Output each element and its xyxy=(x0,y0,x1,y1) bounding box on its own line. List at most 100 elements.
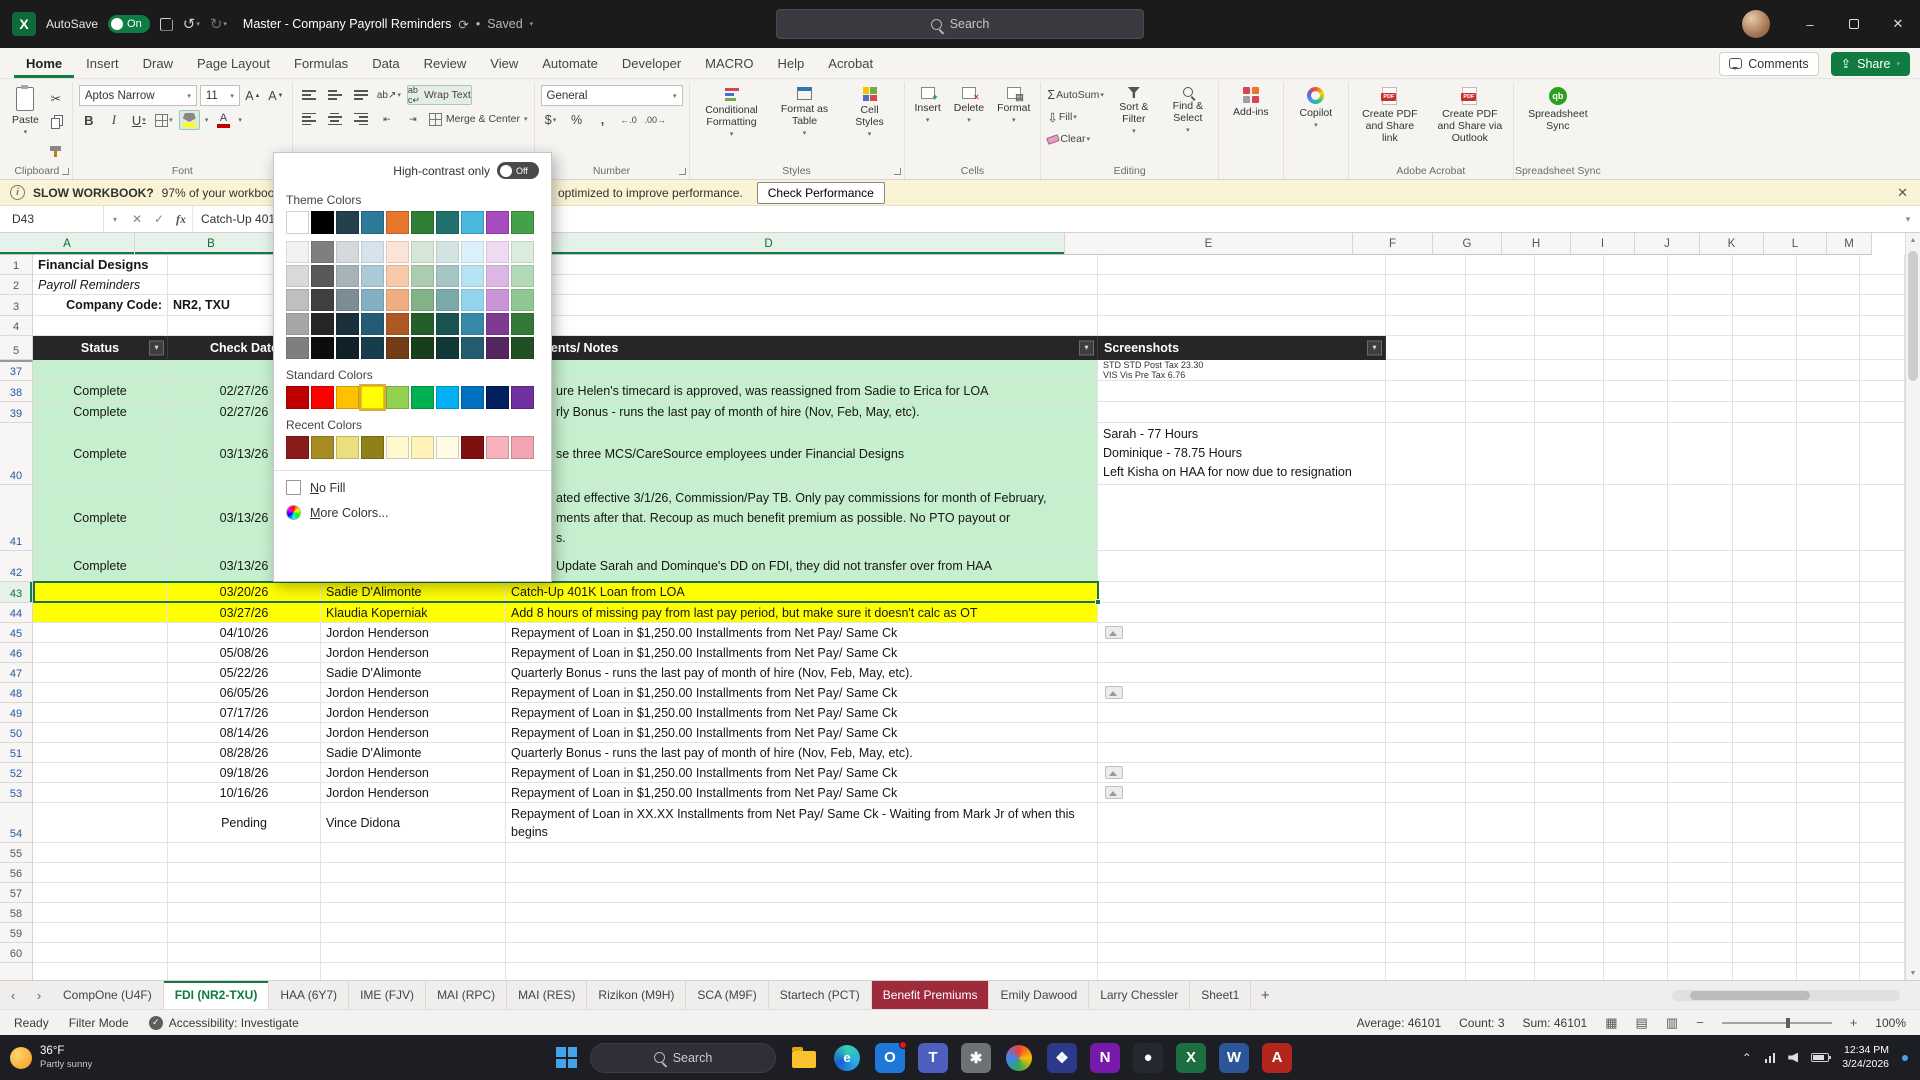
row-number-46[interactable]: 46 xyxy=(0,643,33,663)
borders-button[interactable]: ▾ xyxy=(154,110,174,130)
cell-g60[interactable] xyxy=(1466,943,1535,963)
cell-c44[interactable]: Klaudia Koperniak xyxy=(321,603,506,623)
theme-color-swatch[interactable] xyxy=(386,211,409,234)
cell-d53[interactable]: Repayment of Loan in $1,250.00 Installme… xyxy=(506,783,1098,803)
cell-m37[interactable] xyxy=(1860,360,1905,381)
cell-d3[interactable] xyxy=(506,295,1098,316)
cell-d38[interactable]: ure Helen's timecard is approved, was re… xyxy=(506,381,1098,402)
cell-f4[interactable] xyxy=(1386,316,1466,336)
notification-icon[interactable] xyxy=(1902,1055,1908,1061)
cell-j3[interactable] xyxy=(1668,295,1733,316)
cell-i52[interactable] xyxy=(1604,763,1668,783)
cell-f56[interactable] xyxy=(1386,863,1466,883)
recent-color-swatch[interactable] xyxy=(436,436,459,459)
new-sheet-button[interactable]: + xyxy=(1251,981,1279,1009)
column-header-f[interactable]: F xyxy=(1353,233,1433,255)
cell-j56[interactable] xyxy=(1668,863,1733,883)
cell-j45[interactable] xyxy=(1668,623,1733,643)
cell-d50[interactable]: Repayment of Loan in $1,250.00 Installme… xyxy=(506,723,1098,743)
cell-d58[interactable] xyxy=(506,903,1098,923)
theme-tint-swatch[interactable] xyxy=(511,289,534,311)
cell-h47[interactable] xyxy=(1535,663,1604,683)
theme-tint-swatch[interactable] xyxy=(511,265,534,287)
theme-tint-swatch[interactable] xyxy=(286,265,309,287)
theme-tint-swatch[interactable] xyxy=(411,337,434,359)
cell-g44[interactable] xyxy=(1466,603,1535,623)
column-header-g[interactable]: G xyxy=(1433,233,1502,255)
row-number-48[interactable]: 48 xyxy=(0,683,33,703)
excel-icon[interactable]: X xyxy=(1176,1043,1206,1073)
cell-b49[interactable]: 07/17/26 xyxy=(168,703,321,723)
top-align-button[interactable] xyxy=(299,85,319,105)
cell-i54[interactable] xyxy=(1604,803,1668,843)
row-number-50[interactable]: 50 xyxy=(0,723,33,743)
standard-color-swatch[interactable] xyxy=(511,386,534,409)
column-header-k[interactable]: K xyxy=(1700,233,1764,255)
cell-k60[interactable] xyxy=(1733,943,1797,963)
row-number-44[interactable]: 44 xyxy=(0,603,33,623)
file-explorer-icon[interactable] xyxy=(789,1043,819,1073)
theme-tint-swatch[interactable] xyxy=(361,313,384,335)
theme-tint-swatch[interactable] xyxy=(361,289,384,311)
cell-e44[interactable] xyxy=(1098,603,1386,623)
theme-tint-swatch[interactable] xyxy=(336,337,359,359)
settings-icon[interactable]: ✱ xyxy=(961,1043,991,1073)
clear-button[interactable]: Clear▾ xyxy=(1047,129,1103,149)
cell-b59[interactable] xyxy=(168,923,321,943)
cell-h3[interactable] xyxy=(1535,295,1604,316)
row-number-58[interactable]: 58 xyxy=(0,903,33,923)
cell-a2[interactable]: Payroll Reminders xyxy=(33,275,168,295)
cell-h42[interactable] xyxy=(1535,551,1604,582)
cell-j41[interactable] xyxy=(1668,485,1733,551)
cell-f38[interactable] xyxy=(1386,381,1466,402)
cell-f57[interactable] xyxy=(1386,883,1466,903)
redo-button[interactable]: ↻▾ xyxy=(210,15,227,33)
cell-a44[interactable] xyxy=(33,603,168,623)
column-header-a[interactable]: A xyxy=(0,233,135,255)
grow-font-button[interactable]: A▲ xyxy=(243,86,263,106)
theme-tint-swatch[interactable] xyxy=(311,289,334,311)
horizontal-scrollbar[interactable] xyxy=(1672,990,1900,1001)
cell-j57[interactable] xyxy=(1668,883,1733,903)
theme-tint-swatch[interactable] xyxy=(311,265,334,287)
cell-g49[interactable] xyxy=(1466,703,1535,723)
sheet-tab-sheet1[interactable]: Sheet1 xyxy=(1190,981,1251,1009)
cell-j2[interactable] xyxy=(1668,275,1733,295)
cell-l4[interactable] xyxy=(1797,316,1860,336)
cell-g42[interactable] xyxy=(1466,551,1535,582)
column-header-j[interactable]: J xyxy=(1635,233,1700,255)
insert-function-icon[interactable]: fx xyxy=(170,206,192,232)
cell-l50[interactable] xyxy=(1797,723,1860,743)
font-name-select[interactable]: Aptos Narrow▾ xyxy=(79,85,197,106)
theme-tint-swatch[interactable] xyxy=(361,337,384,359)
sheet-tab-haa-6y7-[interactable]: HAA (6Y7) xyxy=(269,981,349,1009)
cell-k55[interactable] xyxy=(1733,843,1797,863)
cell-l60[interactable] xyxy=(1797,943,1860,963)
cell-g54[interactable] xyxy=(1466,803,1535,843)
cell-a45[interactable] xyxy=(33,623,168,643)
column-header-m[interactable]: M xyxy=(1827,233,1872,255)
orientation-button[interactable]: ab↗▾ xyxy=(377,85,401,105)
autosum-button[interactable]: Σ AutoSum▾ xyxy=(1047,85,1103,105)
cell-c58[interactable] xyxy=(321,903,506,923)
recent-color-swatch[interactable] xyxy=(511,436,534,459)
cell-e54[interactable] xyxy=(1098,803,1386,843)
cell-f42[interactable] xyxy=(1386,551,1466,582)
cell-m43[interactable] xyxy=(1860,582,1905,603)
cell-h1[interactable] xyxy=(1535,255,1604,275)
cell-f37[interactable] xyxy=(1386,360,1466,381)
ribbon-tab-insert[interactable]: Insert xyxy=(74,48,131,78)
zoom-in-icon[interactable]: + xyxy=(1850,1015,1858,1030)
cell-m41[interactable] xyxy=(1860,485,1905,551)
cell-i37[interactable] xyxy=(1604,360,1668,381)
user-avatar[interactable] xyxy=(1742,10,1770,38)
cell-f55[interactable] xyxy=(1386,843,1466,863)
ribbon-tab-draw[interactable]: Draw xyxy=(131,48,185,78)
standard-color-swatch[interactable] xyxy=(386,386,409,409)
share-button[interactable]: ⇪Share▾ xyxy=(1831,52,1910,76)
header-filter-button-d[interactable]: ▾ xyxy=(1079,340,1094,355)
cell-i40[interactable] xyxy=(1604,423,1668,485)
photos-icon[interactable]: ❖ xyxy=(1047,1043,1077,1073)
cell-i44[interactable] xyxy=(1604,603,1668,623)
cell-e58[interactable] xyxy=(1098,903,1386,923)
